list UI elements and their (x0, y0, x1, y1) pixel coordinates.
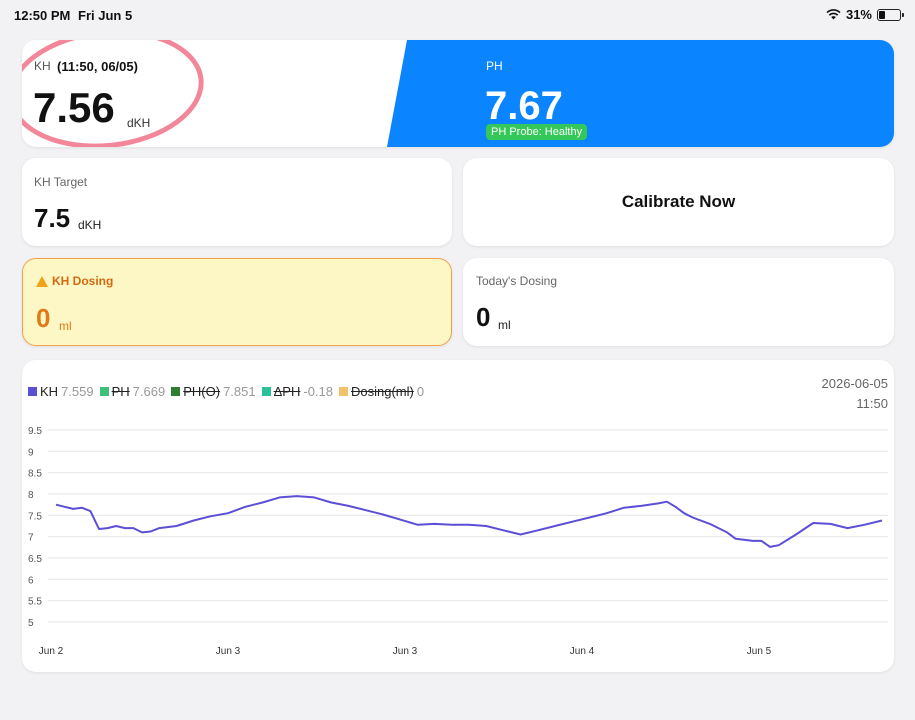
y-tick-label: 5.5 (28, 597, 42, 608)
todays-dosing-label: Today's Dosing (476, 274, 557, 288)
kh-timestamp: (11:50, 06/05) (57, 59, 138, 74)
legend-item[interactable]: PH 7.669 (99, 384, 166, 399)
y-tick-label: 9.5 (28, 426, 42, 437)
kh-target-unit: dKH (78, 218, 102, 232)
legend-item[interactable]: ΔPH -0.18 (261, 384, 333, 399)
legend-name: Dosing(ml) (351, 384, 414, 399)
history-chart[interactable]: 9.5 9 8.5 8 7.5 7 6.5 6 5.5 5 Jun 2 Jun 3 Jun 3 Jun 4… (22, 360, 894, 672)
y-tick-label: 5 (28, 618, 34, 629)
y-tick-label: 8 (28, 490, 34, 501)
status-bar: 12:50 PM Fri Jun 5 31% (0, 0, 915, 30)
calibrate-now-label: Calibrate Now (621, 192, 736, 211)
todays-dosing-card[interactable]: Today's Dosing 0 ml (463, 258, 894, 346)
ph-panel (387, 40, 894, 147)
x-tick-label: Jun 3 (393, 646, 418, 657)
kh-ph-card[interactable]: KH (11:50, 06/05) 7.56 dKH PH 7.67 PH Pr… (22, 40, 894, 147)
legend-value: -0.18 (303, 384, 333, 399)
status-right: 31% (826, 7, 904, 22)
legend-name: ΔPH (273, 384, 301, 399)
ph-probe-status-badge: PH Probe: Healthy (486, 124, 588, 140)
chart-timestamp: 2026-06-05 11:50 (822, 374, 889, 414)
legend-name: KH (40, 384, 59, 399)
y-tick-label: 6 (28, 575, 34, 586)
chart-timestamp-time: 11:50 (856, 396, 888, 411)
x-tick-label: Jun 4 (570, 646, 595, 657)
kh-value: 7.56 (33, 84, 115, 131)
legend-value: 0 (416, 384, 425, 399)
y-tick-label: 7.5 (28, 511, 42, 522)
x-tick-label: Jun 2 (39, 646, 64, 657)
legend-item[interactable]: PH(O) 7.851 (171, 384, 256, 399)
battery-percent: 31% (845, 7, 872, 22)
wifi-icon (826, 9, 841, 20)
legend-swatch (339, 387, 348, 396)
status-time: 12:50 PM (14, 8, 71, 23)
todays-dosing-unit: ml (498, 318, 511, 332)
calibrate-now-button[interactable]: Calibrate Now (463, 158, 894, 246)
y-tick-label: 9 (28, 447, 34, 458)
legend-swatch (261, 387, 271, 396)
kh-label: KH (34, 59, 51, 73)
kh-target-label: KH Target (34, 175, 88, 189)
x-tick-label: Jun 3 (216, 646, 241, 657)
kh-dosing-value: 0 (36, 303, 51, 333)
kh-dosing-label: KH Dosing (52, 274, 114, 288)
kh-target-value: 7.5 (34, 203, 71, 233)
legend-swatch (99, 387, 109, 396)
chart-timestamp-date: 2026-06-05 (821, 376, 889, 391)
kh-dosing-header: KH Dosing (36, 274, 113, 288)
y-tick-label: 8.5 (28, 469, 42, 480)
kh-unit: dKH (127, 116, 151, 130)
status-date: Fri Jun 5 (78, 8, 133, 23)
y-tick-label: 7 (28, 533, 34, 544)
history-chart-card[interactable]: 9.5 9 8.5 8 7.5 7 6.5 6 5.5 5 Jun 2 Jun 3 Jun 3 Jun 4… (22, 360, 894, 672)
battery-icon (877, 8, 904, 21)
legend-value: 7.669 (132, 384, 166, 399)
legend-swatch (28, 387, 37, 396)
legend-name: PH(O) (183, 384, 221, 399)
legend-value: 7.851 (223, 384, 256, 399)
legend-item[interactable]: KH 7.559 (28, 384, 94, 399)
todays-dosing-value: 0 (476, 302, 491, 332)
x-tick-label: Jun 5 (747, 646, 772, 657)
kh-series-line (55, 495, 883, 548)
legend-name: PH (111, 384, 130, 399)
chart-legend: KH 7.559 PH 7.669 PH(O) 7.851 ΔPH -0.18 Dosing(m… (28, 384, 424, 399)
legend-item[interactable]: Dosing(ml) 0 (339, 384, 424, 399)
warning-icon (36, 275, 48, 287)
legend-value: 7.559 (61, 384, 94, 399)
ph-value: 7.67 (485, 84, 563, 128)
kh-target-card[interactable]: KH Target 7.5 dKH (22, 158, 452, 246)
legend-swatch (171, 387, 181, 396)
kh-dosing-card[interactable]: KH Dosing 0 ml (22, 258, 452, 346)
kh-dosing-unit: ml (59, 319, 72, 333)
ph-label: PH (486, 59, 503, 73)
y-tick-label: 6.5 (28, 554, 42, 565)
